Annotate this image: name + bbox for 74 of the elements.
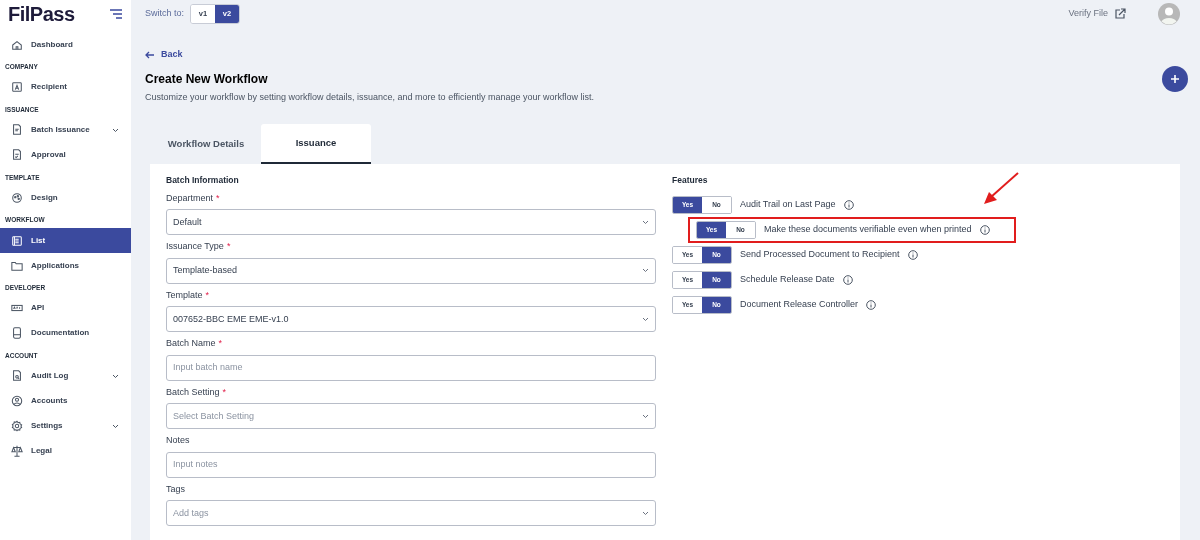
- chevron-down-icon: [112, 127, 119, 133]
- document-icon: [11, 124, 23, 136]
- dropdown-field[interactable]: Default: [166, 209, 656, 236]
- dropdown-field[interactable]: Template-based: [166, 257, 656, 284]
- chevron-down-icon: [112, 423, 119, 429]
- list-icon: [11, 234, 23, 247]
- back-arrow-icon[interactable]: [145, 50, 155, 59]
- page-title: Create New Workflow: [145, 70, 269, 88]
- plus-icon: [1170, 73, 1180, 84]
- document-icon: [11, 149, 23, 161]
- verify-file-link[interactable]: Verify File: [1068, 7, 1108, 21]
- field-label: Department: [166, 191, 214, 205]
- info-icon[interactable]: [979, 224, 990, 235]
- document-search-icon: [11, 370, 23, 382]
- chevron-down-icon: [112, 373, 119, 379]
- chevron-down-icon: [642, 510, 649, 516]
- field-label: Batch Setting: [166, 385, 220, 399]
- annotation-arrow: [983, 172, 1020, 206]
- sidebar-item[interactable]: Settings: [0, 413, 131, 439]
- sidebar-item[interactable]: Applications: [0, 253, 131, 278]
- page-subtitle: Customize your workflow by setting workflow details, issuance, and more to efficiently manage your workflow list.: [145, 90, 595, 104]
- chevron-down-icon: [642, 316, 649, 322]
- sidebar-item[interactable]: API: [0, 295, 131, 321]
- field-label: Issuance Type: [166, 240, 224, 254]
- add-button[interactable]: [1162, 65, 1188, 92]
- chevron-down-icon: [642, 268, 649, 274]
- sidebar-item[interactable]: Batch Issuance: [0, 117, 131, 143]
- scale-icon: [11, 445, 23, 457]
- tab[interactable]: Workflow Details: [151, 124, 261, 164]
- required-marker: *: [226, 240, 231, 254]
- book-icon: [11, 327, 23, 340]
- logo: FilPass: [8, 2, 75, 27]
- feature-label: Audit Trail on Last Page: [740, 198, 836, 211]
- sidebar-item[interactable]: Design: [0, 185, 131, 211]
- folder-icon: [11, 259, 23, 272]
- required-marker: *: [216, 191, 220, 205]
- field-label: Batch Name: [166, 337, 216, 351]
- menu-icon[interactable]: [109, 9, 123, 19]
- sidebar-item[interactable]: Accounts: [0, 388, 131, 414]
- chevron-down-icon: [642, 219, 649, 225]
- chevron-down-icon: [642, 413, 649, 419]
- user-circle-icon: [11, 395, 23, 407]
- required-marker: *: [218, 337, 223, 351]
- feature-label: Make these documents verifiable even when printed: [764, 223, 972, 236]
- sidebar-item[interactable]: Recipient: [0, 74, 131, 100]
- back-link[interactable]: Back: [161, 48, 183, 62]
- section-heading: Batch Information: [166, 174, 240, 187]
- sidebar-item[interactable]: Dashboard: [0, 32, 131, 57]
- feature-label: Document Release Controller: [740, 298, 859, 311]
- info-icon[interactable]: [866, 299, 877, 310]
- required-marker: *: [205, 288, 210, 302]
- dropdown-field[interactable]: 007652-BBC EME EME-v1.0: [166, 306, 656, 333]
- required-marker: *: [222, 385, 227, 399]
- external-link-icon: [1114, 8, 1126, 20]
- home-icon: [11, 38, 23, 51]
- palette-icon: [11, 191, 23, 204]
- sidebar-item[interactable]: Audit Log: [0, 363, 131, 389]
- settings-icon: [11, 420, 23, 432]
- contact-icon: [11, 81, 23, 94]
- sidebar-item[interactable]: Legal: [0, 438, 131, 464]
- section-heading: Features: [672, 174, 709, 187]
- switch-label: Switch to:: [145, 7, 184, 21]
- field-label: Template: [166, 288, 203, 302]
- info-icon[interactable]: [843, 199, 854, 210]
- sidebar-item[interactable]: List: [0, 228, 131, 253]
- tab[interactable]: Issuance: [261, 124, 371, 164]
- field-label: Tags: [166, 482, 185, 496]
- sidebar-item[interactable]: Approval: [0, 142, 131, 168]
- info-icon[interactable]: [907, 249, 918, 260]
- info-icon[interactable]: [842, 274, 853, 285]
- field-label: Notes: [166, 434, 190, 448]
- sidebar-item[interactable]: Documentation: [0, 320, 131, 346]
- feature-label: Send Processed Document to Recipient: [740, 248, 900, 261]
- feature-label: Schedule Release Date: [740, 273, 835, 286]
